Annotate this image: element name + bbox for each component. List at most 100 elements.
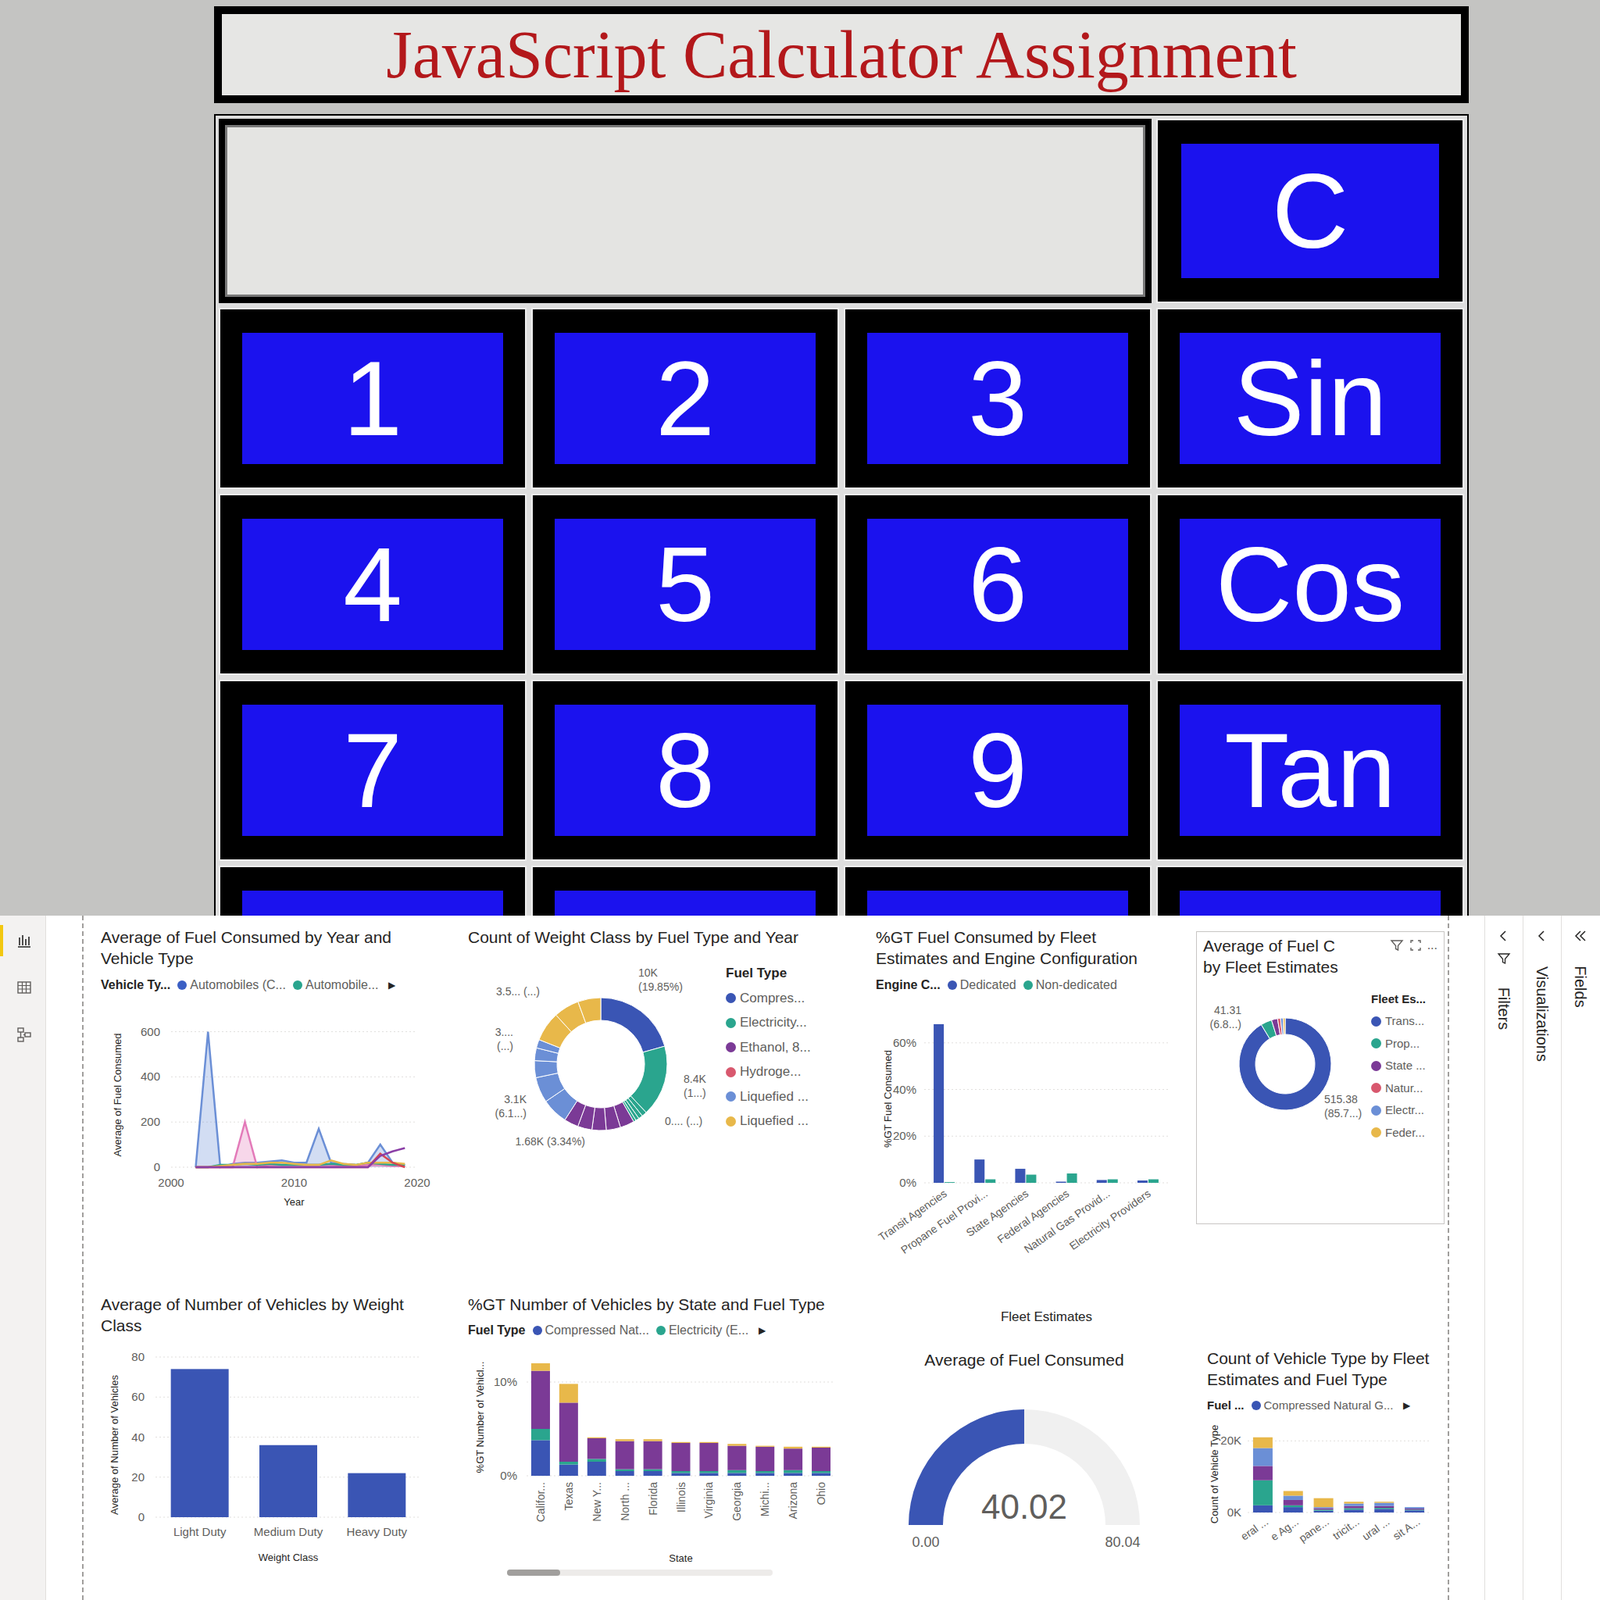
bar-segment[interactable] [1374, 1507, 1394, 1509]
legend-item[interactable]: Compres... [725, 988, 811, 1009]
bar-segment[interactable] [531, 1363, 550, 1372]
calculator-key[interactable]: 2 [554, 332, 816, 465]
bar-segment[interactable] [1283, 1496, 1304, 1501]
legend-item[interactable]: Liquefied ... [725, 1086, 811, 1108]
scrollbar-thumb[interactable] [507, 1569, 561, 1576]
bar-segment[interactable] [783, 1448, 803, 1471]
bar-segment[interactable] [1404, 1508, 1425, 1510]
legend-next-button[interactable]: ▶ [758, 1323, 766, 1338]
series-line[interactable] [196, 1121, 406, 1168]
bar-segment[interactable] [1314, 1509, 1334, 1511]
bar[interactable] [1025, 1174, 1036, 1183]
bar-segment[interactable] [643, 1471, 663, 1476]
bar-segment[interactable] [671, 1473, 691, 1477]
bar-segment[interactable] [1283, 1507, 1304, 1513]
legend-item[interactable]: Liquefied ... [725, 1110, 811, 1132]
calculator-key[interactable] [554, 890, 816, 916]
legend-next-button[interactable]: ▶ [1403, 1398, 1411, 1413]
expand-icon[interactable] [1496, 928, 1512, 944]
bar-segment[interactable] [1343, 1509, 1364, 1513]
bar-segment[interactable] [727, 1473, 747, 1477]
donut-segment[interactable] [578, 997, 601, 1023]
calculator-key[interactable] [867, 890, 1129, 916]
bar-segment[interactable] [615, 1471, 635, 1476]
legend-item[interactable]: Electr... [1371, 1101, 1426, 1120]
bar[interactable] [1107, 1178, 1118, 1183]
bar[interactable] [1056, 1181, 1067, 1183]
calculator-key[interactable]: 3 [867, 332, 1129, 465]
bar-segment[interactable] [1343, 1506, 1364, 1509]
bar[interactable] [1014, 1168, 1025, 1183]
legend-item[interactable]: Ethanol, 8... [725, 1037, 811, 1058]
bar-segment[interactable] [1314, 1507, 1334, 1508]
bar-segment[interactable] [1343, 1508, 1364, 1511]
legend-next-button[interactable]: ▶ [388, 978, 396, 993]
legend-item[interactable]: Trans... [1371, 1012, 1426, 1031]
calculator-key[interactable]: Tan [1179, 704, 1441, 836]
donut-segment[interactable] [1282, 1017, 1286, 1035]
bar-segment[interactable] [755, 1471, 775, 1473]
legend-item[interactable]: Dedicated [947, 975, 1017, 995]
bar-segment[interactable] [727, 1443, 747, 1446]
bar-segment[interactable] [1404, 1507, 1425, 1509]
bar-segment[interactable] [811, 1471, 831, 1473]
legend-item[interactable]: Natur... [1371, 1079, 1426, 1098]
bar-segment[interactable] [1253, 1448, 1273, 1467]
donut-segment[interactable] [600, 997, 665, 1053]
collapsed-pane[interactable]: Visualizations [1522, 915, 1561, 1600]
bar-segment[interactable] [531, 1371, 550, 1429]
calculator-key[interactable] [242, 890, 504, 916]
calculator-key[interactable]: 9 [867, 704, 1129, 836]
bar-segment[interactable] [1374, 1509, 1394, 1514]
bar-segment[interactable] [1374, 1506, 1394, 1508]
legend-item[interactable]: Automobiles (C... [177, 975, 286, 995]
donut-segment[interactable] [535, 1073, 565, 1102]
calculator-key[interactable]: 8 [554, 704, 816, 836]
filter-icon[interactable] [1389, 938, 1404, 953]
bar-segment[interactable] [755, 1446, 775, 1447]
bar-segment[interactable] [531, 1440, 550, 1477]
bar-segment[interactable] [1404, 1510, 1425, 1513]
bar-segment[interactable] [1314, 1498, 1334, 1508]
calculator-key[interactable]: Sin [1179, 332, 1441, 465]
bar-segment[interactable] [811, 1473, 831, 1477]
bar-segment[interactable] [587, 1437, 607, 1439]
bar[interactable] [1096, 1179, 1108, 1183]
bar-segment[interactable] [811, 1447, 831, 1472]
bar-segment[interactable] [1314, 1510, 1334, 1513]
series-line[interactable] [196, 1153, 406, 1167]
bar[interactable] [1137, 1180, 1148, 1183]
bar-segment[interactable] [559, 1464, 579, 1476]
scrollbar[interactable] [507, 1569, 773, 1576]
series-line[interactable] [196, 1031, 406, 1167]
calculator-key[interactable]: 6 [867, 518, 1129, 650]
collapsed-pane[interactable]: Filters [1484, 915, 1523, 1600]
bar-segment[interactable] [671, 1442, 691, 1443]
legend-item[interactable]: Non-dedicated [1023, 975, 1118, 995]
legend-item[interactable]: Prop... [1371, 1035, 1426, 1054]
donut-segment[interactable] [604, 1106, 622, 1131]
bar-segment[interactable] [559, 1384, 579, 1404]
calculator-key[interactable]: Cos [1179, 518, 1441, 650]
bar[interactable] [259, 1444, 318, 1517]
bar[interactable] [985, 1178, 996, 1183]
bar-segment[interactable] [1374, 1503, 1394, 1507]
bar-segment[interactable] [1253, 1466, 1273, 1481]
bar-segment[interactable] [643, 1439, 663, 1441]
bar-segment[interactable] [671, 1442, 691, 1472]
calculator-key[interactable]: 7 [242, 704, 504, 836]
expand-icon[interactable] [1534, 928, 1550, 944]
bar-segment[interactable] [727, 1470, 747, 1474]
model-view-icon[interactable] [15, 1025, 33, 1043]
calculator-key[interactable]: 5 [554, 518, 816, 650]
bar-segment[interactable] [783, 1446, 803, 1449]
view-button[interactable] [0, 1018, 46, 1050]
bar-segment[interactable] [1283, 1505, 1304, 1508]
bar-segment[interactable] [1314, 1508, 1334, 1511]
bar-segment[interactable] [559, 1461, 579, 1465]
collapsed-pane[interactable]: Fields [1560, 915, 1600, 1600]
bar-segment[interactable] [615, 1439, 635, 1441]
legend-item[interactable]: State ... [1371, 1057, 1426, 1075]
bar[interactable] [974, 1159, 985, 1183]
view-button[interactable] [0, 925, 46, 957]
